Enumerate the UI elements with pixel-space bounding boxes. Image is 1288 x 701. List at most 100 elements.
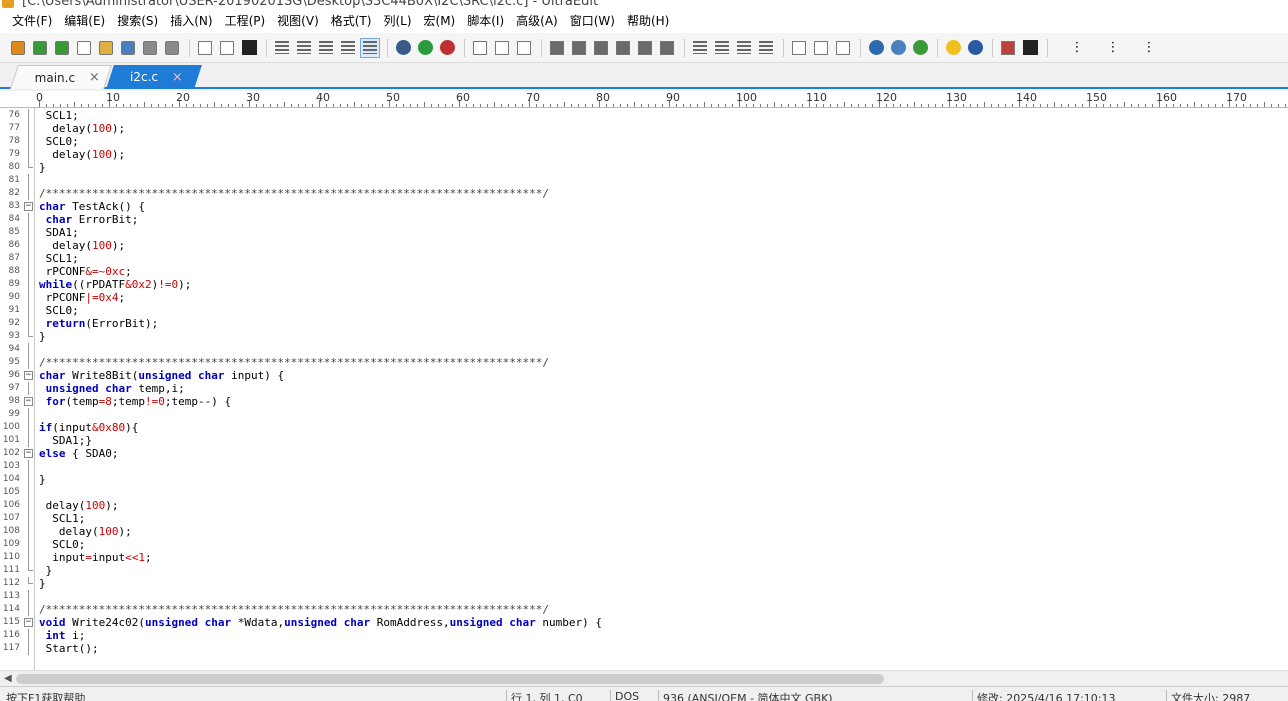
print-icon[interactable] — [195, 38, 215, 58]
list-icon[interactable] — [998, 38, 1018, 58]
find-icon[interactable] — [547, 38, 567, 58]
code-line[interactable]: 83− char TestAck() { — [0, 200, 1288, 213]
forward-arrow-icon[interactable] — [52, 38, 72, 58]
close-icon[interactable]: × — [172, 70, 183, 85]
code-line[interactable]: 100 if(input&0x80){ — [0, 421, 1288, 434]
fold-toggle-icon[interactable]: − — [24, 202, 33, 211]
code-line[interactable]: 106 delay(100); — [0, 499, 1288, 512]
save-all-icon[interactable] — [162, 38, 182, 58]
code-line[interactable]: 105 — [0, 486, 1288, 499]
menu-item-12[interactable]: 帮助(H) — [621, 11, 675, 32]
replace-icon[interactable] — [591, 38, 611, 58]
font-icon[interactable] — [239, 38, 259, 58]
menu-item-7[interactable]: 列(L) — [377, 11, 417, 32]
new-file-icon[interactable] — [74, 38, 94, 58]
code-line[interactable]: 90 rPCONF|=0x4; — [0, 291, 1288, 304]
code-line[interactable]: 78 SCL0; — [0, 135, 1288, 148]
code-line[interactable]: 82 /*************************************… — [0, 187, 1288, 200]
more-tools-icon[interactable]: ⋮ — [1103, 38, 1123, 58]
tab-main-c[interactable]: main.c × — [10, 65, 112, 89]
browser-icon[interactable] — [866, 38, 886, 58]
menu-item-9[interactable]: 脚本(I) — [461, 11, 510, 32]
bookmark-icon[interactable] — [635, 38, 655, 58]
cascade-icon[interactable] — [833, 38, 853, 58]
code-line[interactable]: 113 — [0, 590, 1288, 603]
page-view-icon[interactable] — [360, 37, 380, 58]
open-project-icon[interactable] — [118, 38, 138, 58]
word-wrap-icon[interactable] — [272, 38, 292, 58]
print-preview-icon[interactable] — [217, 38, 237, 58]
fold-toggle-icon[interactable]: − — [24, 449, 33, 458]
fold-toggle-icon[interactable]: − — [24, 618, 33, 627]
code-line[interactable]: 107 SCL1; — [0, 512, 1288, 525]
column-mode-icon[interactable] — [316, 38, 336, 58]
menu-item-4[interactable]: 工程(P) — [219, 11, 272, 32]
code-line[interactable]: 79 delay(100); — [0, 148, 1288, 161]
code-line[interactable]: 98− for(temp=8;temp!=0;temp--) { — [0, 395, 1288, 408]
cut-icon[interactable] — [470, 38, 490, 58]
code-line[interactable]: 95 /*************************************… — [0, 356, 1288, 369]
code-line[interactable]: 112} — [0, 577, 1288, 590]
code-line[interactable]: 86 delay(100); — [0, 239, 1288, 252]
copy-icon[interactable] — [492, 38, 512, 58]
align-left-icon[interactable] — [690, 38, 710, 58]
code-line[interactable]: 111 } — [0, 564, 1288, 577]
code-line[interactable]: 88 rPCONF&=~0xc; — [0, 265, 1288, 278]
play-macro-icon[interactable] — [415, 38, 435, 58]
save-icon[interactable] — [140, 38, 160, 58]
menu-item-8[interactable]: 宏(M) — [418, 11, 462, 32]
code-line[interactable]: 77 delay(100); — [0, 122, 1288, 135]
code-line[interactable]: 92 return(ErrorBit); — [0, 317, 1288, 330]
code-line[interactable]: 109 SCL0; — [0, 538, 1288, 551]
justify-icon[interactable] — [756, 38, 776, 58]
goto-icon[interactable] — [657, 38, 677, 58]
menu-item-10[interactable]: 高级(A) — [510, 11, 564, 32]
code-line[interactable]: 99 — [0, 408, 1288, 421]
open-file-icon[interactable] — [96, 38, 116, 58]
code-line[interactable]: 97 unsigned char temp,i; — [0, 382, 1288, 395]
menu-item-11[interactable]: 窗口(W) — [564, 11, 621, 32]
menu-item-6[interactable]: 格式(T) — [325, 11, 378, 32]
split-vertical-icon[interactable] — [811, 38, 831, 58]
code-line[interactable]: 87 SCL1; — [0, 252, 1288, 265]
scroll-left-icon[interactable]: ◀ — [4, 673, 12, 684]
close-icon[interactable]: × — [89, 70, 100, 85]
menu-item-3[interactable]: 插入(N) — [164, 11, 218, 32]
code-line[interactable]: 104} — [0, 473, 1288, 486]
code-line[interactable]: 80} — [0, 161, 1288, 174]
code-line[interactable]: 103 — [0, 460, 1288, 473]
back-arrow-icon[interactable] — [30, 38, 50, 58]
code-editor[interactable]: 76 SCL1; 77 delay(100); 78 SCL0; 79 delay(1… — [0, 108, 1288, 670]
fold-toggle-icon[interactable]: − — [24, 397, 33, 406]
code-line[interactable]: 94 — [0, 343, 1288, 356]
code-line[interactable]: 84 char ErrorBit; — [0, 213, 1288, 226]
code-line[interactable]: 110 input=input<<1; — [0, 551, 1288, 564]
code-line[interactable]: 108 delay(100); — [0, 525, 1288, 538]
menu-item-1[interactable]: 编辑(E) — [58, 11, 111, 32]
ftp-icon[interactable] — [888, 38, 908, 58]
code-line[interactable]: 76 SCL1; — [0, 109, 1288, 122]
code-line[interactable]: 91 SCL0; — [0, 304, 1288, 317]
code-line[interactable]: 101 SDA1;} — [0, 434, 1288, 447]
menu-item-5[interactable]: 视图(V) — [271, 11, 325, 32]
menu-item-0[interactable]: 文件(F) — [6, 11, 58, 32]
bold-icon[interactable] — [1020, 38, 1040, 58]
code-line[interactable]: 102− else { SDA0; — [0, 447, 1288, 460]
fold-toggle-icon[interactable]: − — [24, 371, 33, 380]
hex-mode-icon[interactable] — [338, 38, 358, 58]
help-icon[interactable] — [965, 38, 985, 58]
code-line[interactable]: 81 — [0, 174, 1288, 187]
stop-macro-icon[interactable] — [437, 38, 457, 58]
code-line[interactable]: 114 /************************************… — [0, 603, 1288, 616]
align-right-icon[interactable] — [734, 38, 754, 58]
tab-i2c-c[interactable]: i2c.c × — [106, 65, 202, 89]
code-line[interactable]: 93} — [0, 330, 1288, 343]
open-folder-icon[interactable] — [8, 38, 28, 58]
paste-icon[interactable] — [514, 38, 534, 58]
scrollbar-thumb[interactable] — [16, 674, 884, 684]
code-line[interactable]: 115− void Write24c02(unsigned char *Wdata… — [0, 616, 1288, 629]
code-line[interactable]: 117 Start(); — [0, 642, 1288, 655]
code-line[interactable]: 96− char Write8Bit(unsigned char input) { — [0, 369, 1288, 382]
split-horizontal-icon[interactable] — [789, 38, 809, 58]
code-line[interactable]: 85 SDA1; — [0, 226, 1288, 239]
